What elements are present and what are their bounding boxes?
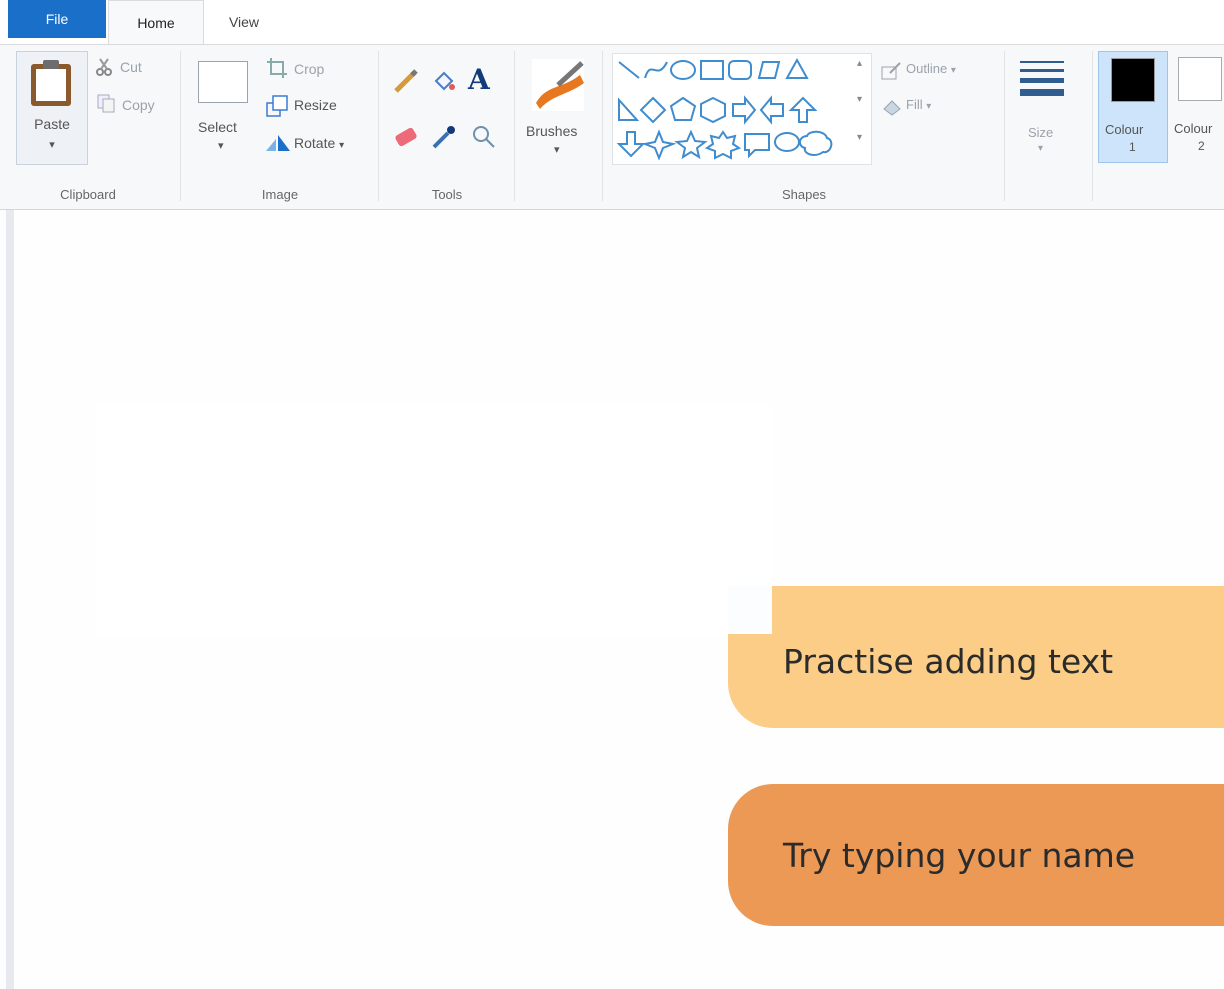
paste-label: Paste bbox=[34, 116, 70, 132]
crop-button[interactable]: Crop bbox=[294, 61, 324, 77]
chevron-down-icon: ▾ bbox=[926, 101, 932, 112]
magnifier-icon[interactable] bbox=[470, 123, 498, 151]
cut-button[interactable]: Cut bbox=[120, 59, 142, 75]
expand-gallery-icon[interactable]: ▾ bbox=[857, 132, 862, 143]
canvas-white-region bbox=[96, 404, 772, 638]
brushes-button[interactable]: Brushes ▾ bbox=[520, 51, 596, 161]
outline-label: Outline bbox=[906, 61, 948, 76]
scroll-up-icon[interactable]: ▴ bbox=[857, 58, 862, 69]
clipboard-group: Paste ▾ Cut Copy Clipboard bbox=[0, 45, 176, 210]
callout-text-practise: Practise adding text bbox=[783, 641, 1114, 681]
image-group-label: Image bbox=[261, 187, 299, 202]
text-tool-icon[interactable]: A bbox=[468, 63, 490, 96]
outline-button[interactable]: Outline ▾ bbox=[906, 61, 956, 76]
clipboard-group-label: Clipboard bbox=[60, 187, 116, 202]
fill-label: Fill bbox=[906, 97, 923, 112]
size-label: Size bbox=[1028, 125, 1054, 140]
outline-icon bbox=[881, 62, 901, 80]
colour-1-number: 1 bbox=[1129, 140, 1136, 154]
group-divider bbox=[514, 51, 515, 201]
tab-home[interactable]: Home bbox=[108, 0, 204, 45]
scroll-down-icon[interactable]: ▾ bbox=[857, 94, 862, 105]
chevron-down-icon: ▾ bbox=[950, 65, 956, 76]
resize-icon bbox=[266, 95, 288, 117]
shapes-gallery[interactable]: ▴ ▾ ▾ bbox=[612, 53, 872, 165]
rotate-button[interactable]: Rotate ▾ bbox=[294, 135, 344, 151]
fill-button[interactable]: Fill ▾ bbox=[906, 97, 931, 112]
colour-1-button[interactable]: Colour 1 bbox=[1098, 51, 1168, 163]
callout-text-name: Try typing your name bbox=[783, 835, 1136, 875]
eraser-icon[interactable] bbox=[392, 125, 420, 149]
select-button[interactable]: Select ▾ bbox=[192, 59, 252, 159]
copy-icon bbox=[97, 94, 115, 113]
tools-group-label: Tools bbox=[431, 187, 463, 202]
chevron-down-icon: ▾ bbox=[554, 144, 560, 156]
tab-file[interactable]: File bbox=[8, 0, 106, 38]
group-divider bbox=[180, 51, 181, 201]
brush-icon bbox=[532, 59, 584, 111]
crop-icon bbox=[267, 58, 287, 78]
shapes-gallery-icons bbox=[616, 57, 833, 161]
image-group: Select ▾ Crop Resize Rotate ▾ Image bbox=[182, 45, 378, 210]
clipboard-icon bbox=[31, 60, 71, 106]
shapes-group: ▴ ▾ ▾ Outline ▾ Fill ▾ Shapes bbox=[604, 45, 1004, 210]
brushes-group: Brushes ▾ bbox=[516, 45, 600, 210]
size-button[interactable]: Size ▾ bbox=[1014, 53, 1078, 163]
group-divider bbox=[378, 51, 379, 201]
colour-1-label: Colour bbox=[1105, 122, 1144, 137]
ribbon: Paste ▾ Cut Copy Clipboard Select ▾ Crop bbox=[0, 44, 1224, 210]
group-divider bbox=[602, 51, 603, 201]
copy-button[interactable]: Copy bbox=[122, 97, 155, 113]
chevron-down-icon: ▾ bbox=[49, 139, 55, 151]
group-divider bbox=[1004, 51, 1005, 201]
chevron-down-icon: ▾ bbox=[218, 140, 224, 152]
callout-notch bbox=[728, 586, 772, 634]
fill-bucket-icon[interactable] bbox=[430, 67, 458, 95]
callout-banner-practise: Practise adding text bbox=[728, 586, 1224, 728]
tab-view[interactable]: View bbox=[212, 0, 276, 44]
fill-icon bbox=[883, 100, 901, 116]
size-group: Size ▾ bbox=[1006, 45, 1090, 210]
canvas-edge bbox=[6, 210, 14, 989]
line-size-icon bbox=[1020, 61, 1064, 96]
chevron-down-icon: ▾ bbox=[339, 140, 345, 151]
colour-2-number: 2 bbox=[1198, 139, 1205, 153]
group-divider bbox=[1092, 51, 1093, 201]
tools-group: A Tools bbox=[380, 45, 514, 210]
pencil-icon[interactable] bbox=[392, 67, 420, 95]
callout-banner-name: Try typing your name bbox=[728, 784, 1224, 926]
resize-button[interactable]: Resize bbox=[294, 97, 337, 113]
colour-1-swatch bbox=[1111, 58, 1155, 102]
brushes-label: Brushes bbox=[526, 123, 578, 139]
rotate-label: Rotate bbox=[294, 135, 336, 151]
scissors-icon bbox=[96, 58, 112, 76]
colour-2-button[interactable]: Colour 2 bbox=[1170, 51, 1224, 163]
colour-picker-icon[interactable] bbox=[430, 123, 458, 151]
shapes-group-label: Shapes bbox=[781, 187, 827, 202]
colour-2-swatch bbox=[1178, 57, 1222, 101]
paste-button[interactable]: Paste ▾ bbox=[16, 51, 88, 165]
colour-2-label: Colour bbox=[1174, 121, 1213, 136]
rotate-icon bbox=[266, 135, 290, 151]
select-rectangle-icon bbox=[198, 61, 248, 103]
ribbon-tab-bar: File Home View bbox=[0, 0, 1224, 45]
select-label: Select bbox=[198, 119, 237, 135]
chevron-down-icon: ▾ bbox=[1038, 143, 1044, 154]
